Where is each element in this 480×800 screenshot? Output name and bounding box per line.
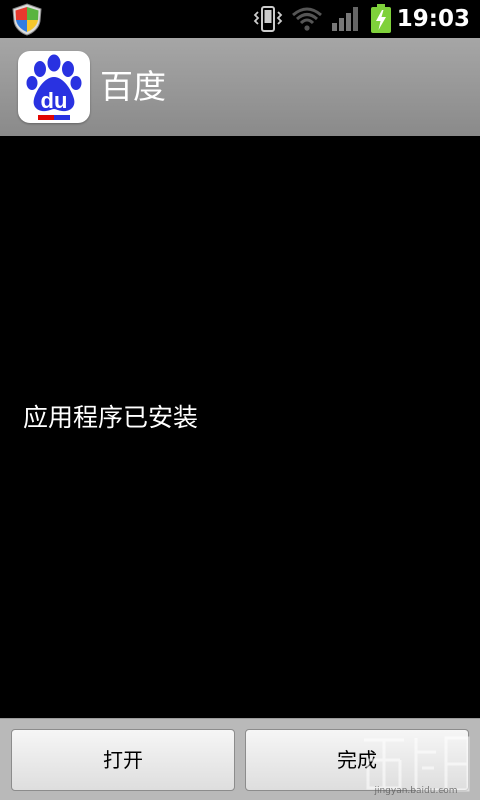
main-content: 应用程序已安装	[0, 136, 480, 718]
baidu-paw-icon: du	[18, 51, 90, 123]
open-button[interactable]: 打开	[11, 729, 235, 791]
done-button[interactable]: 完成	[245, 729, 469, 791]
app-header: du 百度	[0, 38, 480, 136]
signal-icon	[332, 7, 358, 31]
install-status-message: 应用程序已安装	[23, 403, 199, 432]
app-name: 百度	[100, 67, 166, 106]
bottom-button-bar: 打开 完成	[0, 718, 480, 800]
shield-icon	[12, 3, 42, 36]
vibrate-icon	[253, 6, 283, 32]
wifi-icon	[292, 7, 322, 31]
status-bar: 19:03	[0, 0, 480, 38]
status-clock: 19:03	[396, 6, 470, 32]
battery-charging-icon	[371, 4, 391, 33]
app-icon-text: du	[40, 88, 68, 113]
